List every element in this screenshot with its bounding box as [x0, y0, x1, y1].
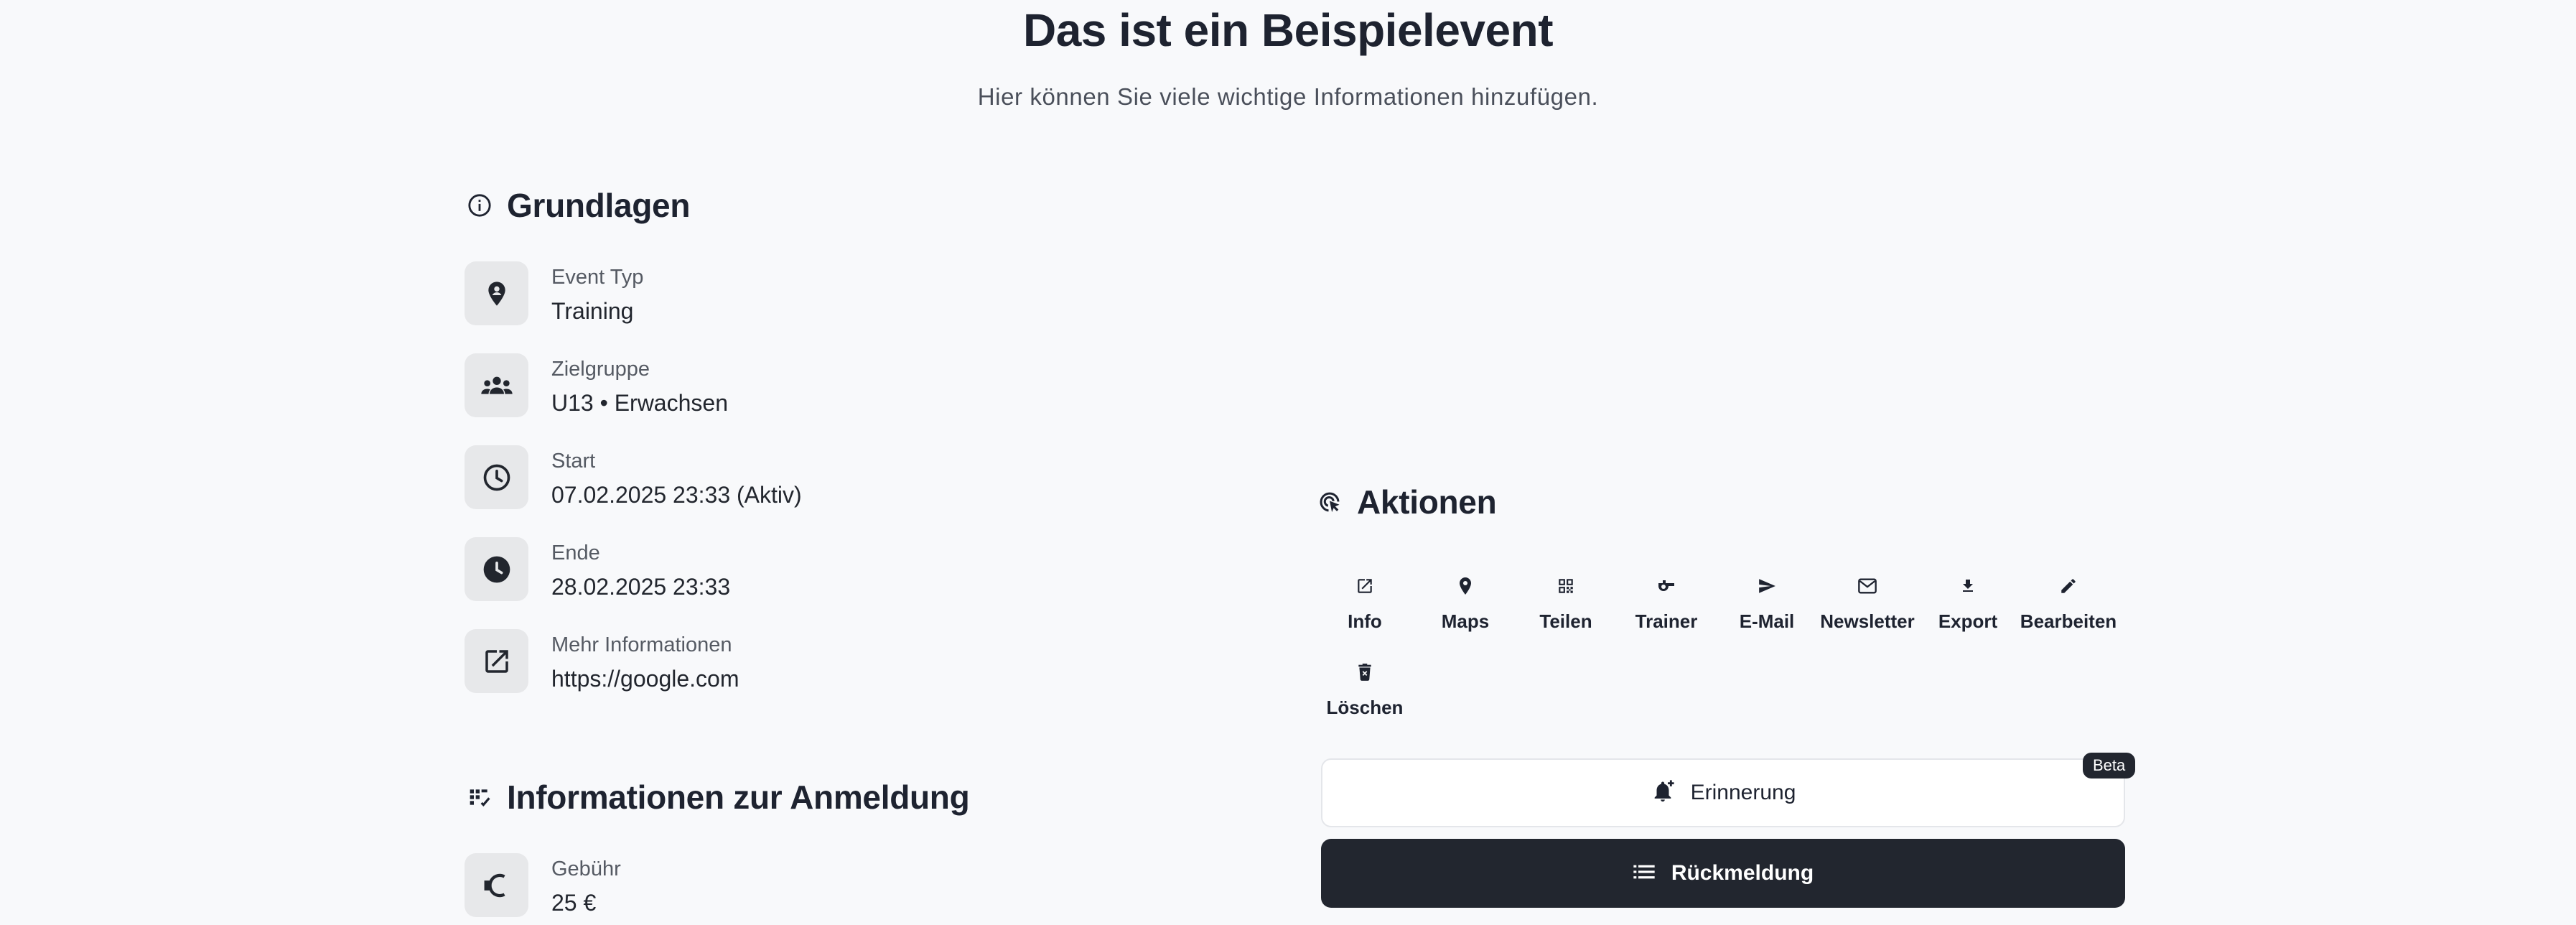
info-label: Gebühr	[551, 857, 621, 880]
action-share-button[interactable]: Teilen	[1516, 566, 1616, 652]
send-icon	[1757, 572, 1777, 600]
action-label: Teilen	[1539, 610, 1592, 632]
trash-icon	[1357, 658, 1373, 687]
download-icon	[1959, 572, 1977, 600]
open-in-new-icon	[1355, 572, 1374, 600]
action-label: Info	[1348, 610, 1382, 632]
pencil-icon	[2059, 572, 2078, 600]
reminder-label: Erinnerung	[1690, 781, 1796, 804]
section-actions-title: Aktionen	[1357, 483, 1497, 521]
action-label: Maps	[1441, 610, 1490, 632]
bell-plus-icon	[1651, 779, 1675, 807]
ads-click-icon	[1317, 489, 1343, 515]
clock-filled-icon	[465, 537, 528, 601]
section-basics-title: Grundlagen	[507, 187, 691, 224]
groups-icon	[465, 353, 528, 417]
info-label: Ende	[551, 541, 600, 564]
info-row-target-group: Zielgruppe U13 • Erwachsen	[465, 353, 728, 421]
qr-code-icon	[1557, 572, 1575, 600]
action-label: E-Mail	[1739, 610, 1795, 632]
action-email-button[interactable]: E-Mail	[1717, 566, 1817, 652]
action-info-button[interactable]: Info	[1315, 566, 1415, 652]
section-basics-heading: Grundlagen	[467, 186, 690, 225]
action-export-button[interactable]: Export	[1918, 566, 2018, 652]
action-maps-button[interactable]: Maps	[1415, 566, 1516, 652]
action-label: Newsletter	[1820, 610, 1915, 632]
list-icon	[1633, 862, 1656, 886]
section-registration-title: Informationen zur Anmeldung	[507, 778, 970, 816]
page-subtitle: Hier können Sie viele wichtige Informati…	[977, 83, 1599, 110]
clock-outline-icon	[465, 445, 528, 509]
map-pin-icon	[1457, 572, 1474, 600]
info-label: Start	[551, 450, 596, 473]
section-registration-heading: Informationen zur Anmeldung	[467, 778, 970, 817]
reminder-button[interactable]: Erinnerung	[1321, 758, 2125, 827]
person-pin-icon	[465, 261, 528, 325]
whistle-icon	[1656, 572, 1677, 600]
action-trainer-button[interactable]: Trainer	[1616, 566, 1717, 652]
response-label: Rückmeldung	[1671, 861, 1814, 885]
euro-icon	[465, 853, 528, 917]
checklist-icon	[467, 784, 493, 810]
response-button[interactable]: Rückmeldung	[1321, 839, 2125, 908]
info-label: Event Typ	[551, 266, 644, 289]
info-value: 07.02.2025 23:33 (Aktiv)	[551, 482, 802, 508]
actions-grid: Info Maps Teilen Trainer E-Mail Newslett…	[1315, 566, 2119, 738]
info-circle-icon	[467, 192, 493, 218]
info-row-end: Ende 28.02.2025 23:33	[465, 537, 730, 605]
info-row-more-info: Mehr Informationen https://google.com	[465, 629, 739, 697]
mail-icon	[1857, 572, 1877, 600]
beta-badge: Beta	[2083, 753, 2136, 778]
action-delete-button[interactable]: Löschen	[1315, 652, 1415, 738]
info-value: 28.02.2025 23:33	[551, 574, 731, 600]
info-label: Zielgruppe	[551, 358, 650, 381]
info-value: Training	[551, 298, 634, 324]
action-label: Bearbeiten	[2020, 610, 2117, 632]
info-label: Mehr Informationen	[551, 633, 732, 656]
action-newsletter-button[interactable]: Newsletter	[1817, 566, 1918, 652]
action-label: Export	[1938, 610, 1998, 632]
open-in-new-icon	[465, 629, 528, 693]
action-edit-button[interactable]: Bearbeiten	[2018, 566, 2119, 652]
action-label: Löschen	[1326, 697, 1404, 718]
info-row-start: Start 07.02.2025 23:33 (Aktiv)	[465, 445, 802, 513]
info-row-fee: Gebühr 25 €	[465, 853, 621, 921]
more-info-link[interactable]: https://google.com	[551, 661, 739, 697]
info-row-event-type: Event Typ Training	[465, 261, 643, 329]
page-title: Das ist ein Beispielevent	[1022, 4, 1554, 56]
info-value: U13 • Erwachsen	[551, 390, 728, 416]
section-actions-heading: Aktionen	[1317, 483, 1497, 521]
action-label: Trainer	[1635, 610, 1698, 632]
info-value: 25 €	[551, 890, 597, 916]
